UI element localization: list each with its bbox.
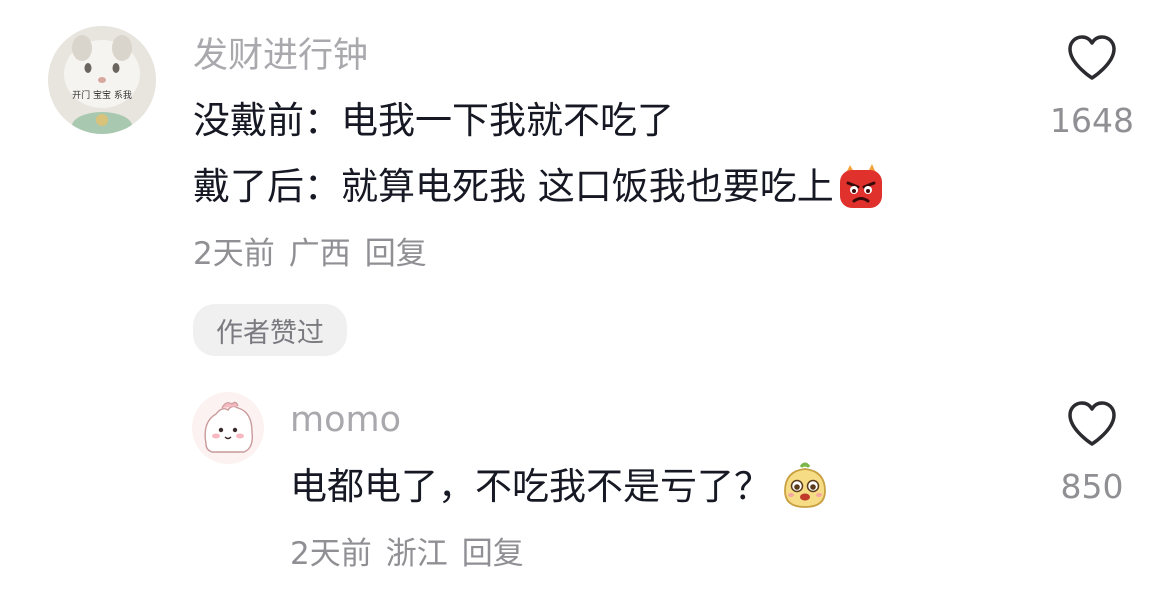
cat-avatar-image — [48, 26, 156, 134]
comment-text: 戴了后：就算电死我 这口饭我也要吃上 — [193, 165, 834, 208]
comment-time: 2天前 — [290, 536, 372, 572]
comment-text-line: 戴了后：就算电死我 这口饭我也要吃上 — [193, 161, 886, 211]
heart-outline-icon — [1068, 401, 1116, 446]
comment-location: 广西 — [288, 236, 351, 272]
reply-button[interactable]: 回复 — [365, 236, 427, 272]
author-liked-badge: 作者赞过 — [193, 304, 347, 356]
comment-meta: 2天前 浙江 回复 — [290, 534, 538, 574]
comment-text-line: 没戴前：电我一下我就不吃了 — [193, 99, 674, 142]
angry-red-emoji-icon — [836, 161, 886, 211]
like-button[interactable] — [1066, 400, 1118, 448]
comment-location: 浙江 — [385, 536, 448, 572]
like-button[interactable] — [1066, 34, 1118, 82]
comment-text-line: 电都电了，不吃我不是亏了？ — [290, 462, 831, 511]
comment-time: 2天前 — [193, 236, 275, 272]
comment-meta: 2天前 广西 回复 — [193, 234, 441, 274]
like-count: 1648 — [1050, 101, 1134, 140]
avatar-caption: 开门 宝宝 系我 — [72, 91, 132, 101]
yellow-face-emoji-icon — [779, 459, 831, 511]
comment-text: 电都电了，不吃我不是亏了？ — [290, 465, 771, 508]
avatar[interactable]: 开门 宝宝 系我 — [48, 26, 156, 134]
pink-character-avatar-image — [192, 392, 264, 464]
like-count: 850 — [1060, 467, 1124, 506]
reply-button[interactable]: 回复 — [462, 536, 524, 572]
username[interactable]: momo — [290, 398, 401, 442]
username[interactable]: 发财进行钟 — [193, 34, 368, 78]
avatar[interactable] — [192, 392, 264, 464]
heart-outline-icon — [1068, 35, 1116, 80]
